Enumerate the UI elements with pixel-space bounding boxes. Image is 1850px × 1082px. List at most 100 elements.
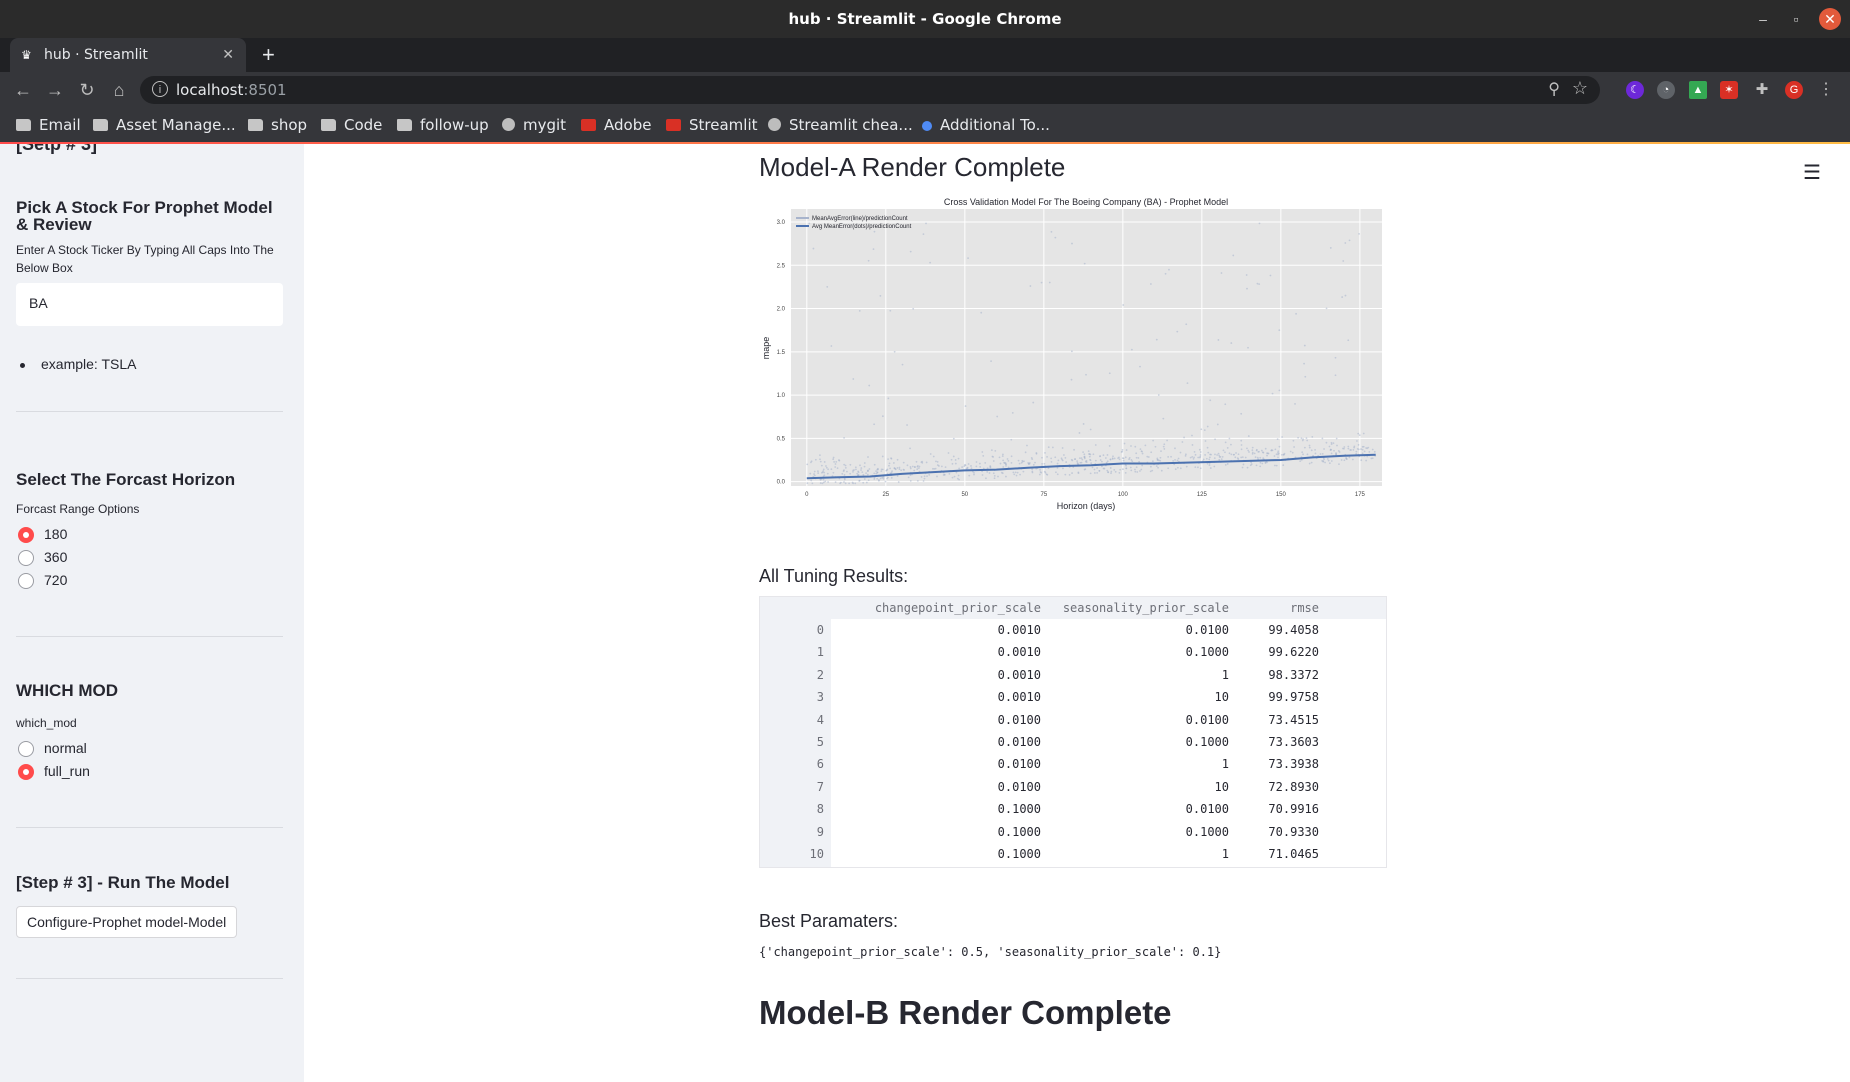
scatter-point <box>1193 450 1196 453</box>
bookmark-additional-tools[interactable]: Additional To... <box>922 114 1050 136</box>
scatter-point <box>1266 454 1268 457</box>
scatter-point <box>879 477 882 480</box>
scatter-point <box>1240 448 1243 451</box>
scatter-point <box>1109 458 1112 461</box>
scatter-point <box>1176 330 1179 333</box>
close-window-icon[interactable]: ✕ <box>1819 8 1841 30</box>
scatter-point <box>854 482 857 485</box>
scatter-point <box>1085 461 1088 464</box>
zoom-icon[interactable]: ⚲ <box>1548 79 1560 99</box>
url-text: localhost:8501 <box>176 81 287 99</box>
x-tick-label: 0 <box>805 492 809 498</box>
scatter-point <box>1291 451 1294 454</box>
scatter-point <box>1047 446 1050 449</box>
profile-avatar[interactable]: G <box>1785 81 1803 99</box>
table-column-header[interactable]: changepoint_prior_scale <box>875 597 1041 619</box>
scatter-point <box>1147 456 1150 458</box>
reload-icon[interactable]: ↻ <box>76 79 98 101</box>
bookmark-streamlit-cheat[interactable]: Streamlit chea... <box>768 114 913 136</box>
scatter-point <box>1213 465 1216 468</box>
scatter-point <box>1159 456 1162 459</box>
scatter-point <box>1176 459 1179 462</box>
configure-prophet-button[interactable]: Configure-Prophet model-Model <box>16 906 238 938</box>
table-cell: 1 <box>1221 847 1229 861</box>
google-drive-icon[interactable]: ▲ <box>1689 81 1707 99</box>
browser-tab[interactable]: ♛ hub · Streamlit ✕ <box>10 38 246 72</box>
bookmark-shop[interactable]: shop <box>248 114 307 136</box>
scatter-point <box>834 466 837 468</box>
bookmark-code[interactable]: Code <box>321 114 382 136</box>
scatter-point <box>913 466 916 468</box>
scatter-point <box>1155 338 1158 341</box>
scatter-point <box>1275 453 1278 456</box>
scatter-point <box>832 471 835 474</box>
scatter-point <box>1125 449 1128 451</box>
scatter-point <box>1208 458 1211 461</box>
back-icon[interactable]: ← <box>12 79 34 101</box>
extension-moon-icon[interactable]: ☾ <box>1626 81 1644 99</box>
scatter-point <box>858 479 861 482</box>
scatter-point <box>947 452 950 454</box>
table-row-index: 1 <box>816 645 824 660</box>
forward-icon[interactable]: → <box>44 79 66 101</box>
scatter-point <box>1134 470 1137 473</box>
scatter-point <box>1155 465 1158 468</box>
table-column-header[interactable]: rmse <box>1290 597 1319 619</box>
ticker-input[interactable] <box>29 295 269 311</box>
bookmark-mygit[interactable]: mygit <box>502 114 566 136</box>
url-field[interactable]: i localhost:8501 ⚲ ☆ <box>140 76 1600 104</box>
extension-red-icon[interactable]: ✶ <box>1720 81 1738 99</box>
streamlit-favicon-icon: ♛ <box>21 48 32 62</box>
scatter-point <box>1236 457 1239 460</box>
extensions-puzzle-icon[interactable]: ✚ <box>1753 81 1771 99</box>
folder-icon <box>93 119 108 131</box>
scatter-point <box>1230 342 1233 344</box>
bookmark-star-icon[interactable]: ☆ <box>1572 78 1588 99</box>
y-axis-label: mape <box>761 337 771 360</box>
bookmark-asset-manage[interactable]: Asset Manage... <box>93 114 236 136</box>
radio-label: 720 <box>44 572 68 588</box>
bookmark-follow-up[interactable]: follow-up <box>397 114 489 136</box>
bookmark-streamlit[interactable]: Streamlit <box>666 114 758 136</box>
scatter-point <box>889 467 891 470</box>
scatter-point <box>984 462 987 464</box>
scatter-point <box>1282 453 1285 456</box>
site-info-icon[interactable]: i <box>152 81 168 97</box>
scatter-point <box>935 460 937 463</box>
scatter-point <box>822 481 825 484</box>
bookmark-adobe[interactable]: Adobe <box>581 114 651 136</box>
minimize-icon[interactable]: – <box>1753 9 1773 29</box>
hamburger-menu-icon[interactable]: ☰ <box>1803 160 1821 185</box>
home-icon[interactable]: ⌂ <box>108 79 130 101</box>
model-a-title: Model-A Render Complete <box>759 152 1066 182</box>
table-row-index: 5 <box>816 735 824 749</box>
scatter-point <box>872 248 875 251</box>
scatter-point <box>1278 389 1281 392</box>
table-cell: 70.9916 <box>1268 802 1319 817</box>
table-cell: 0.0010 <box>997 690 1041 705</box>
scatter-point <box>1300 437 1303 440</box>
best-params-heading: Best Paramaters: <box>759 911 899 931</box>
table-row-index: 2 <box>816 667 824 682</box>
maximize-icon[interactable]: ▫ <box>1786 9 1806 29</box>
scatter-point <box>992 472 995 475</box>
scatter-point <box>1144 444 1147 447</box>
bookmark-email[interactable]: Email <box>16 114 81 136</box>
scatter-point <box>817 472 820 474</box>
scatter-point <box>1256 456 1259 459</box>
new-tab-icon[interactable]: + <box>262 42 275 68</box>
extension-gauge-icon[interactable]: ◔ <box>1657 81 1675 99</box>
x-tick-label: 125 <box>1197 492 1208 498</box>
scatter-point <box>1217 452 1220 455</box>
tab-close-icon[interactable]: ✕ <box>222 46 234 63</box>
sidebar: [Setp # 3] Pick A Stock For Prophet Mode… <box>0 144 304 1082</box>
browser-menu-icon[interactable]: ⋮ <box>1817 81 1835 99</box>
scatter-point <box>1079 461 1082 464</box>
scatter-point <box>938 465 940 467</box>
table-column-header[interactable]: seasonality_prior_scale <box>1063 597 1229 619</box>
scatter-point <box>863 478 866 480</box>
table-cell: 73.3938 <box>1268 757 1319 772</box>
table-cell: 0.1000 <box>1185 735 1229 749</box>
scatter-point <box>826 285 829 288</box>
scatter-point <box>1340 459 1343 461</box>
